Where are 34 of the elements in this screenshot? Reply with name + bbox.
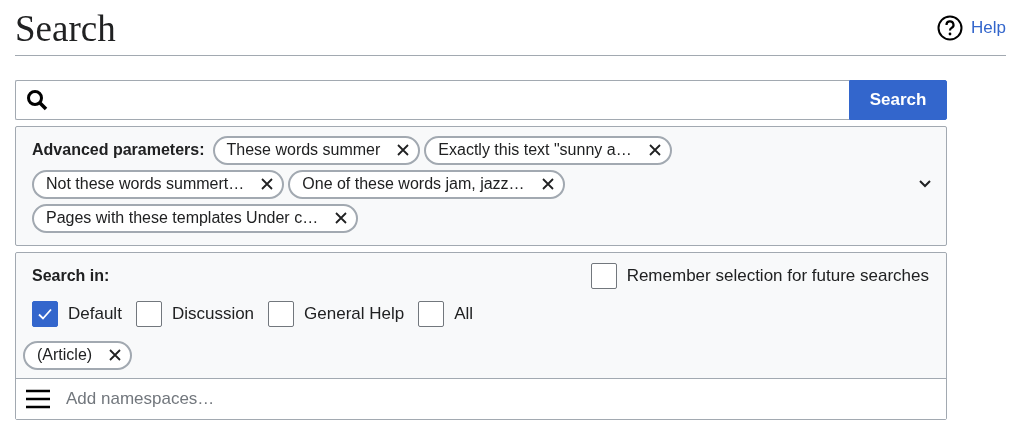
search-icon — [26, 88, 48, 111]
page-title: Search — [15, 8, 116, 51]
parameter-chip[interactable]: Exactly this text "sunny a… — [424, 135, 672, 165]
remove-icon[interactable] — [540, 177, 555, 192]
option-label: Discussion — [171, 303, 255, 324]
search-field[interactable] — [15, 79, 849, 120]
option-label: All — [454, 303, 474, 324]
checkbox[interactable] — [268, 300, 295, 327]
option-label: General Help — [304, 303, 405, 324]
namespace-chip[interactable]: (Article) — [23, 340, 133, 370]
parameter-chip[interactable]: Pages with these templates Under c… — [32, 203, 359, 233]
help-link[interactable]: Help — [937, 14, 1006, 41]
add-namespaces-field[interactable]: Add namespaces… — [16, 377, 946, 419]
checkbox[interactable] — [135, 300, 162, 327]
menu-icon[interactable] — [26, 388, 50, 409]
checkbox[interactable] — [590, 262, 617, 289]
parameter-chip[interactable]: One of these words jam, jazz… — [288, 169, 565, 199]
add-namespaces-input[interactable]: Add namespaces… — [64, 387, 946, 410]
remove-icon[interactable] — [108, 348, 123, 363]
remove-icon[interactable] — [396, 143, 411, 158]
parameter-chip[interactable]: These words summer — [212, 135, 421, 165]
remove-icon[interactable] — [647, 143, 662, 158]
option-label: Default — [68, 303, 122, 324]
remove-icon[interactable] — [260, 177, 275, 192]
search-in-label: Search in: — [32, 266, 110, 285]
checkbox[interactable] — [418, 300, 445, 327]
parameter-chip[interactable]: Not these words summert… — [32, 169, 285, 199]
search-button[interactable]: Search — [849, 79, 947, 120]
checkbox[interactable] — [32, 300, 58, 327]
advanced-parameters-label: Advanced parameters: — [32, 141, 205, 160]
remember-label: Remember selection for future searches — [626, 265, 929, 286]
help-icon — [937, 14, 964, 41]
remove-icon[interactable] — [334, 211, 349, 226]
chevron-icon[interactable] — [918, 179, 932, 190]
